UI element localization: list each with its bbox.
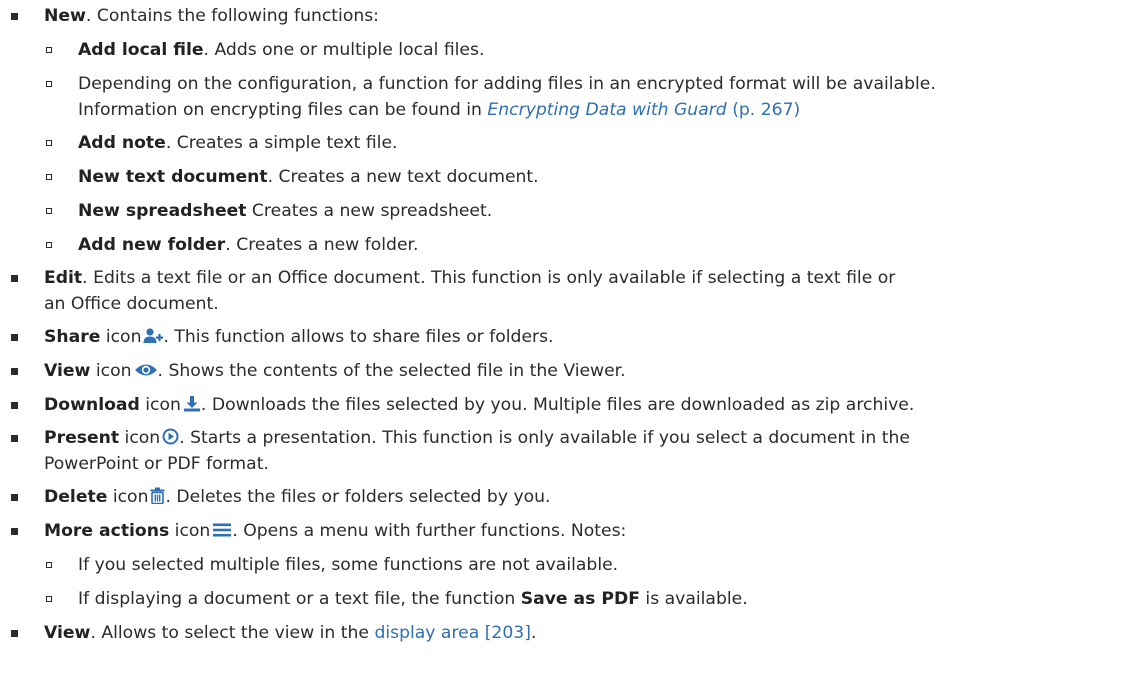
item-text: . Edits a text file or an Office documen… (82, 268, 896, 288)
term-present: Present (44, 428, 120, 448)
term-new-spreadsheet: New spreadsheet (78, 201, 247, 221)
bullet (11, 368, 18, 375)
item-text: . Downloads the files selected by you. M… (200, 395, 915, 415)
item-text: an Office document. (44, 294, 219, 314)
icon-label: icon (90, 361, 132, 381)
bullet (11, 528, 18, 535)
item-text: . Opens a menu with further functions. N… (232, 521, 627, 541)
page-ref-link[interactable]: (p. 267) (732, 100, 800, 120)
eye-icon (134, 360, 158, 386)
document: New. Contains the following functions: A… (0, 0, 1148, 696)
term-view: View (44, 623, 91, 643)
item-text: . (530, 623, 537, 643)
item-text: . Contains the following functions: (85, 6, 379, 26)
list-item-edit: Edit. Edits a text file or an Office doc… (0, 265, 1148, 317)
display-area-link[interactable]: display area [203] (374, 623, 531, 643)
item-text: Information on encrypting files can be f… (78, 100, 488, 120)
sub-bullet (46, 47, 52, 53)
sub-bullet (46, 208, 52, 214)
item-text: If you selected multiple files, some fun… (78, 555, 619, 575)
list-item-encryption: Depending on the configuration, a functi… (0, 71, 1148, 123)
play-circle-icon (162, 427, 179, 453)
term-save-as-pdf: Save as PDF (520, 589, 640, 609)
download-icon (183, 394, 201, 420)
term-download: Download (44, 395, 140, 415)
bullet (11, 630, 18, 637)
term-new-text-document: New text document (78, 167, 268, 187)
sub-bullet (46, 596, 52, 602)
term-view: View (44, 361, 91, 381)
list-item-present: Present icon . Starts a presentation. Thi… (0, 425, 1148, 477)
term-add-local-file: Add local file (78, 40, 204, 60)
menu-lines-icon (212, 520, 232, 546)
bullet (11, 13, 18, 20)
sub-bullet (46, 242, 52, 248)
item-text: . Creates a simple text file. (165, 133, 398, 153)
term-share: Share (44, 327, 101, 347)
sub-bullet (46, 81, 52, 87)
term-more-actions: More actions (44, 521, 170, 541)
bullet (11, 275, 18, 282)
term-add-note: Add note (78, 133, 166, 153)
icon-label: icon (107, 487, 149, 507)
term-new: New (44, 6, 86, 26)
item-text: . Creates a new folder. (225, 235, 419, 255)
icon-label: icon (100, 327, 142, 347)
item-text: . Allows to select the view in the (90, 623, 375, 643)
guard-link[interactable]: Encrypting Data with Guard (487, 100, 726, 120)
bullet (11, 494, 18, 501)
bullet (11, 334, 18, 341)
trash-icon (150, 486, 165, 512)
item-text: . Creates a new text document. (267, 167, 539, 187)
icon-label: icon (139, 395, 181, 415)
item-text: . Shows the contents of the selected fil… (157, 361, 626, 381)
item-text: . This function allows to share files or… (163, 327, 554, 347)
item-text: PowerPoint or PDF format. (44, 454, 269, 474)
item-text: . Deletes the files or folders selected … (165, 487, 551, 507)
bullet (11, 402, 18, 409)
share-user-plus-icon (143, 326, 164, 352)
sub-bullet (46, 562, 52, 568)
item-text: If displaying a document or a text file,… (78, 589, 521, 609)
item-text: Creates a new spreadsheet. (246, 201, 493, 221)
item-text: is available. (639, 589, 748, 609)
icon-label: icon (119, 428, 161, 448)
item-text: Depending on the configuration, a functi… (78, 74, 936, 94)
item-text: . Starts a presentation. This function i… (179, 428, 910, 448)
bullet (11, 435, 18, 442)
term-delete: Delete (44, 487, 108, 507)
icon-label: icon (169, 521, 211, 541)
term-edit: Edit (44, 268, 83, 288)
sub-bullet (46, 174, 52, 180)
item-text: . Adds one or multiple local files. (203, 40, 485, 60)
sub-bullet (46, 140, 52, 146)
term-add-new-folder: Add new folder (78, 235, 226, 255)
